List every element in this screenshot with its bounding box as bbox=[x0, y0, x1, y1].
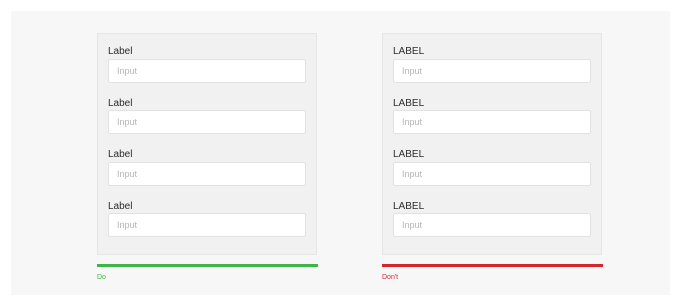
do-caption: Do bbox=[97, 274, 106, 281]
field-label: Label bbox=[108, 201, 133, 212]
text-input[interactable]: Input bbox=[108, 59, 306, 83]
field-label: Label bbox=[108, 149, 133, 160]
text-input[interactable]: Input bbox=[108, 162, 306, 186]
do-indicator-bar bbox=[97, 264, 318, 267]
field-label: LABEL bbox=[393, 201, 425, 212]
text-input[interactable]: Input bbox=[393, 110, 591, 134]
field-label: LABEL bbox=[393, 149, 425, 160]
dont-indicator-bar bbox=[382, 264, 603, 267]
field-label: LABEL bbox=[393, 46, 425, 57]
text-input[interactable]: Input bbox=[393, 162, 591, 186]
text-input[interactable]: Input bbox=[108, 110, 306, 134]
dont-example-form: LABEL Input LABEL Input LABEL Input LABE… bbox=[382, 33, 602, 255]
field-label: LABEL bbox=[393, 98, 425, 109]
text-input[interactable]: Input bbox=[393, 213, 591, 237]
field-label: Label bbox=[108, 98, 133, 109]
field-label: Label bbox=[108, 46, 133, 57]
dont-caption: Don't bbox=[382, 274, 399, 281]
text-input[interactable]: Input bbox=[393, 59, 591, 83]
do-example-form: Label Input Label Input Label Input Labe… bbox=[97, 33, 317, 255]
text-input[interactable]: Input bbox=[108, 213, 306, 237]
